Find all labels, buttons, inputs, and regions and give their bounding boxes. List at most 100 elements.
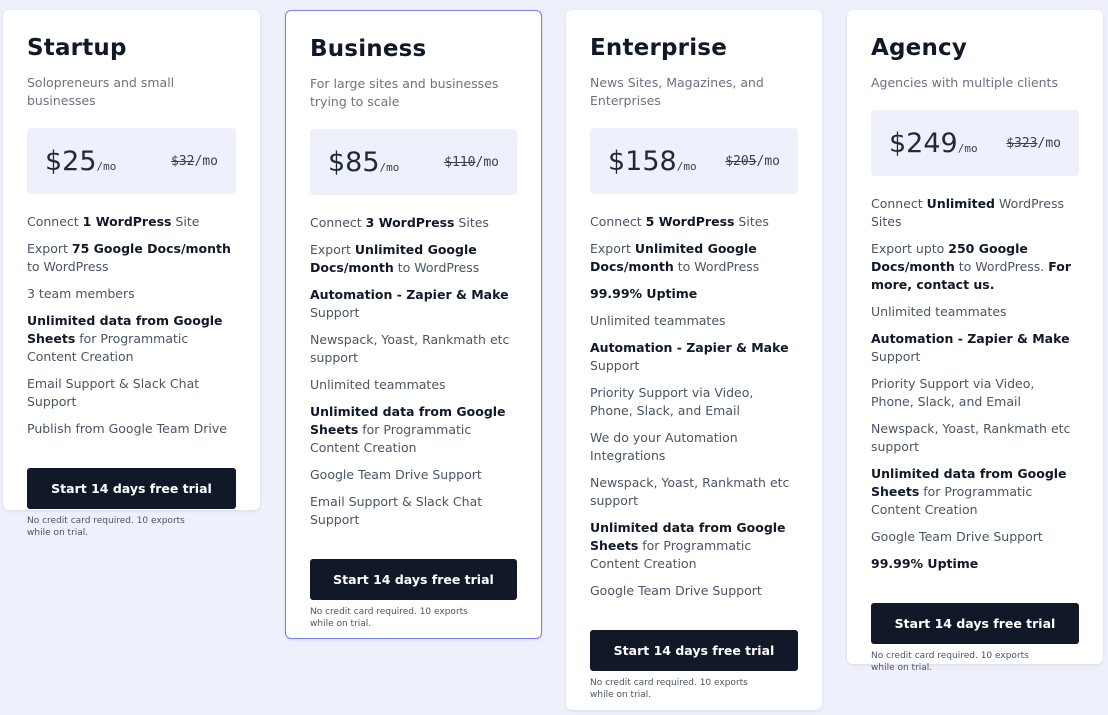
plan-card-startup: Startup Solopreneurs and small businesse…	[3, 10, 260, 538]
plan-card-enterprise: Enterprise News Sites, Magazines, and En…	[566, 10, 822, 710]
feature-text: to WordPress	[27, 259, 109, 274]
feature-text: Connect	[871, 196, 927, 211]
feature-item: Connect 1 WordPress Site	[27, 213, 236, 231]
start-trial-button[interactable]: Start 14 days free trial	[590, 630, 798, 671]
feature-item: Newspack, Yoast, Rankmath etc support	[310, 331, 517, 367]
feature-item: Newspack, Yoast, Rankmath etc support	[590, 474, 798, 510]
trial-note: No credit card required. 10 exports whil…	[871, 651, 1029, 673]
feature-text: Export upto	[871, 241, 949, 256]
feature-list: Connect 5 WordPress Sites Export Unlimite…	[590, 213, 798, 600]
feature-list: Connect 3 WordPress Sites Export Unlimite…	[310, 214, 517, 529]
feature-text: Unlimited teammates	[310, 377, 446, 392]
original-price-unit: /mo	[194, 153, 218, 169]
feature-text: Newspack, Yoast, Rankmath etc support	[871, 421, 1071, 454]
original-price-value: $32	[171, 153, 195, 169]
price-unit: /mo	[676, 159, 697, 173]
feature-item: Google Team Drive Support	[590, 582, 798, 600]
feature-item: Newspack, Yoast, Rankmath etc support	[871, 420, 1079, 456]
feature-item: Automation - Zapier & Make Support	[871, 330, 1079, 366]
feature-item: Export Unlimited Google Docs/month to Wo…	[310, 241, 517, 277]
price-value: $158	[608, 145, 677, 177]
feature-text: Newspack, Yoast, Rankmath etc support	[310, 332, 510, 365]
start-trial-button[interactable]: Start 14 days free trial	[871, 603, 1079, 644]
plan-name: Enterprise	[590, 35, 728, 61]
feature-highlight: Automation - Zapier & Make	[590, 340, 789, 355]
price-unit: /mo	[96, 159, 117, 173]
feature-highlight: Automation - Zapier & Make	[310, 287, 509, 302]
feature-text: Support	[310, 305, 360, 320]
feature-item: Priority Support via Video, Phone, Slack…	[590, 384, 798, 420]
plan-name: Startup	[27, 35, 127, 61]
feature-highlight: Automation - Zapier & Make	[871, 331, 1070, 346]
feature-text: to WordPress.	[954, 259, 1049, 274]
feature-item: Email Support & Slack Chat Support	[310, 493, 517, 529]
price-value: $25	[45, 145, 97, 177]
price-box: $158/mo $205/mo	[590, 128, 798, 194]
feature-highlight: 1 WordPress	[82, 214, 172, 229]
feature-text: Unlimited teammates	[871, 304, 1007, 319]
feature-text: 3 team members	[27, 286, 135, 301]
original-price-value: $110	[444, 154, 476, 170]
feature-item: Email Support & Slack Chat Support	[27, 375, 236, 411]
trial-note: No credit card required. 10 exports whil…	[27, 516, 185, 538]
feature-text: Priority Support via Video, Phone, Slack…	[871, 376, 1035, 409]
feature-text: Connect	[590, 214, 646, 229]
feature-text: We do your Automation Integrations	[590, 430, 738, 463]
original-price-unit: /mo	[475, 154, 499, 170]
plan-name: Agency	[871, 35, 968, 61]
feature-item: 99.99% Uptime	[871, 555, 1079, 573]
feature-text: Export	[590, 241, 635, 256]
feature-highlight: 5 WordPress	[645, 214, 735, 229]
feature-text: Connect	[310, 215, 366, 230]
current-price: $25/mo	[45, 146, 116, 177]
price-box: $25/mo $32/mo	[27, 128, 236, 194]
plan-description: Agencies with multiple clients	[871, 75, 1058, 90]
price-box: $85/mo $110/mo	[310, 129, 517, 195]
feature-text: Newspack, Yoast, Rankmath etc support	[590, 475, 790, 508]
plan-card-agency: Agency Agencies with multiple clients $2…	[847, 10, 1103, 673]
feature-text: Google Team Drive Support	[590, 583, 762, 598]
trial-note: No credit card required. 10 exports whil…	[310, 607, 468, 629]
feature-list: Connect Unlimited WordPress Sites Export …	[871, 195, 1079, 573]
plan-name: Business	[310, 36, 427, 62]
feature-text: Publish from Google Team Drive	[27, 421, 227, 436]
feature-item: Export 75 Google Docs/month to WordPress	[27, 240, 236, 276]
feature-text: Google Team Drive Support	[310, 467, 482, 482]
feature-item: 3 team members	[27, 285, 236, 303]
original-price-value: $205	[725, 153, 757, 169]
feature-item: 99.99% Uptime	[590, 285, 798, 303]
feature-item: Unlimited teammates	[590, 312, 798, 330]
feature-text: Connect	[27, 214, 83, 229]
plan-description: For large sites and businesses trying to…	[310, 76, 499, 109]
feature-item: Unlimited teammates	[310, 376, 517, 394]
feature-item: Google Team Drive Support	[871, 528, 1079, 546]
feature-highlight: 75 Google Docs/month	[71, 241, 231, 256]
current-price: $158/mo	[608, 146, 697, 177]
original-price: $205/mo	[725, 154, 780, 169]
feature-item: Unlimited data from Google Sheets for Pr…	[27, 312, 236, 366]
original-price-unit: /mo	[1037, 135, 1061, 151]
feature-item: Unlimited data from Google Sheets for Pr…	[871, 465, 1079, 519]
feature-item: Automation - Zapier & Make Support	[310, 286, 517, 322]
feature-text: Export	[310, 242, 355, 257]
start-trial-button[interactable]: Start 14 days free trial	[310, 559, 517, 600]
feature-text: Email Support & Slack Chat Support	[27, 376, 200, 409]
price-unit: /mo	[957, 141, 978, 155]
price-value: $85	[328, 146, 380, 178]
original-price-unit: /mo	[756, 153, 780, 169]
price-unit: /mo	[379, 160, 400, 174]
trial-note: No credit card required. 10 exports whil…	[590, 678, 748, 700]
plan-description: Solopreneurs and small businesses	[27, 75, 175, 108]
feature-item: We do your Automation Integrations	[590, 429, 798, 465]
feature-text: Google Team Drive Support	[871, 529, 1043, 544]
start-trial-button[interactable]: Start 14 days free trial	[27, 468, 236, 509]
current-price: $85/mo	[328, 147, 399, 178]
feature-item: Connect 5 WordPress Sites	[590, 213, 798, 231]
feature-highlight: Unlimited	[926, 196, 996, 211]
feature-highlight: 99.99% Uptime	[590, 286, 698, 301]
feature-text: to WordPress	[393, 260, 480, 275]
feature-text: Unlimited teammates	[590, 313, 726, 328]
feature-text: to WordPress	[673, 259, 760, 274]
feature-item: Unlimited data from Google Sheets for Pr…	[590, 519, 798, 573]
feature-list: Connect 1 WordPress Site Export 75 Google…	[27, 213, 236, 438]
